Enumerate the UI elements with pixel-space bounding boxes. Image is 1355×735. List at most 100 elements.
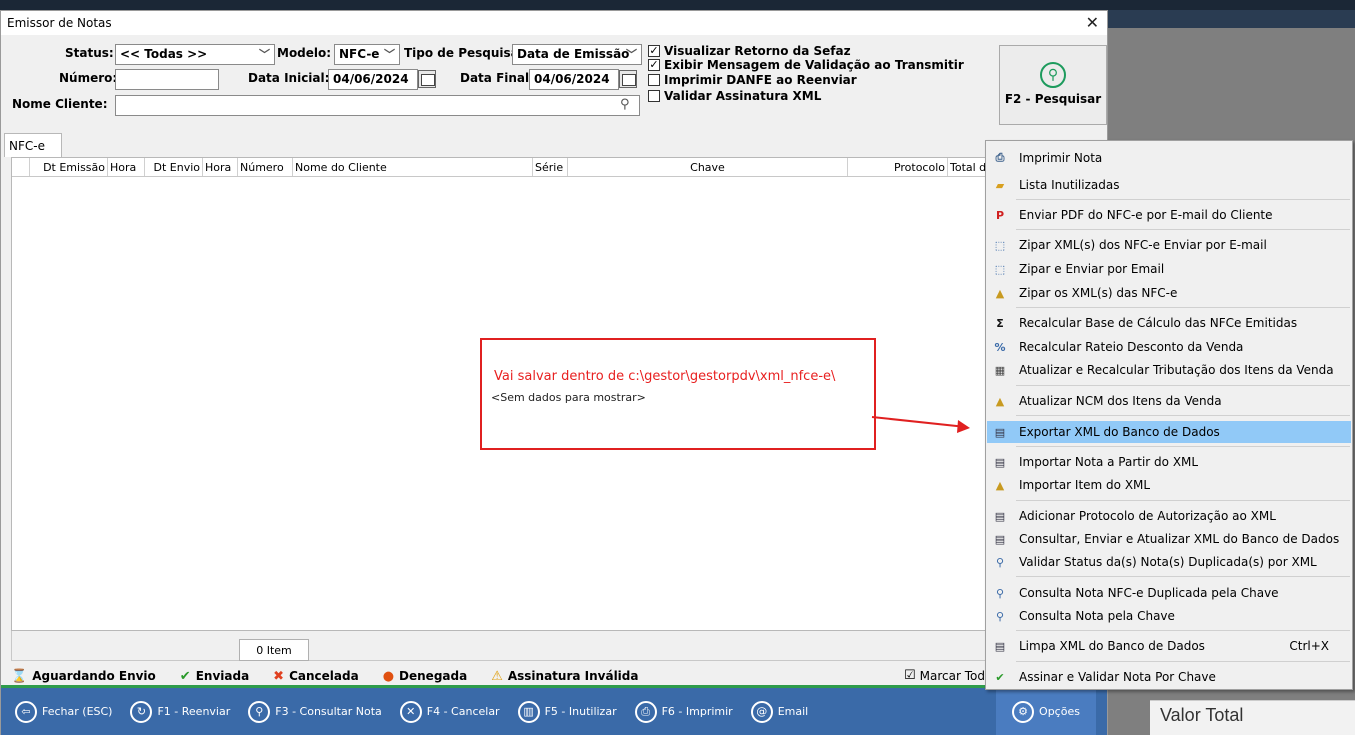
inutilizar-button[interactable]: ▥ F5 - Inutilizar <box>517 700 617 723</box>
nome-cliente-input[interactable] <box>115 95 640 116</box>
menu-item[interactable]: ⚲ Consulta Nota pela Chave <box>987 605 1351 627</box>
menu-item[interactable]: ⬚ Zipar XML(s) dos NFC-e Enviar por E-mai… <box>987 234 1351 256</box>
menu-item[interactable]: ⚲ Consulta Nota NFC-e Duplicada pela Chav… <box>987 582 1351 604</box>
valor-total-label: Valor Total <box>1160 705 1244 725</box>
menu-item[interactable]: ⬚ Zipar e Enviar por Email <box>987 258 1351 280</box>
imprimir-danfe-checkbox[interactable]: Imprimir DANFE ao Reenviar <box>648 73 857 87</box>
data-final-input[interactable]: 04/06/2024 <box>529 69 619 90</box>
menu-item[interactable]: ▦ Atualizar e Recalcular Tributação dos I… <box>987 359 1351 381</box>
checkbox-label: Exibir Mensagem de Validação ao Transmit… <box>664 58 964 72</box>
status-value: << Todas >> <box>120 47 208 61</box>
cancelar-button[interactable]: ✕ F4 - Cancelar <box>399 700 500 723</box>
tab-nfce[interactable]: NFC-e <box>4 133 62 157</box>
exit-icon: ⇦ <box>15 700 37 723</box>
menu-item[interactable]: ▤ Consultar, Enviar e Atualizar XML do Ba… <box>987 528 1351 550</box>
column-header[interactable]: Chave <box>568 158 848 176</box>
menu-item[interactable]: Σ Recalcular Base de Cálculo das NFCe Emi… <box>987 312 1351 334</box>
calc-icon: ▦ <box>994 363 1006 377</box>
modelo-label: Modelo: <box>277 46 332 60</box>
checkbox-checked-icon: ✓ <box>648 58 660 71</box>
pesquisar-button[interactable]: ⚲ F2 - Pesquisar <box>999 45 1107 125</box>
menu-item[interactable]: ▤ Importar Nota a Partir do XML <box>987 451 1351 473</box>
menu-item[interactable]: ▲ Atualizar NCM dos Itens da Venda <box>987 390 1351 412</box>
data-inicial-input[interactable]: 04/06/2024 <box>328 69 418 90</box>
x-icon: ✖ <box>273 668 285 684</box>
zip-icon: ⬚ <box>994 262 1006 276</box>
opcoes-button[interactable]: ⚙ Opções <box>996 688 1096 735</box>
menu-item-label: Atualizar e Recalcular Tributação dos It… <box>1019 363 1334 377</box>
checkbox-label: Imprimir DANFE ao Reenviar <box>664 73 857 87</box>
visualizar-retorno-checkbox[interactable]: ✓ Visualizar Retorno da Sefaz <box>648 44 851 58</box>
column-header[interactable]: Dt Emissão <box>30 158 108 176</box>
legend-label: Aguardando Envio <box>32 669 156 683</box>
menu-item[interactable]: ▤ Exportar XML do Banco de Dados <box>987 421 1351 443</box>
menu-separator <box>1016 500 1350 501</box>
modelo-value: NFC-e <box>339 47 380 61</box>
menu-item[interactable]: P Enviar PDF do NFC-e por E-mail do Clien… <box>987 204 1351 226</box>
menu-item[interactable]: % Recalcular Rateio Desconto da Venda <box>987 336 1351 358</box>
marcar-todos-checkbox[interactable]: ☑ Marcar Todo <box>904 668 992 683</box>
grid-header: Dt Emissão Hora Dt Envio Hora Número Nom… <box>12 158 1106 177</box>
modelo-select[interactable]: NFC-e ﹀ <box>334 44 400 65</box>
exibir-mensagem-checkbox[interactable]: ✓ Exibir Mensagem de Validação ao Transm… <box>648 58 964 72</box>
folder-up-icon: ▲ <box>995 478 1005 492</box>
checkbox-unchecked-icon <box>648 90 660 102</box>
search-doc-icon: ⚲ <box>995 586 1005 600</box>
fechar-button[interactable]: ⇦ Fechar (ESC) <box>15 700 112 723</box>
menu-separator <box>1016 199 1350 200</box>
checkmark-icon: ✔ <box>179 668 191 684</box>
column-header[interactable]: Hora <box>108 158 145 176</box>
menu-item[interactable]: ▰ Lista Inutilizadas <box>987 174 1351 196</box>
menu-item[interactable]: ▤ Limpa XML do Banco de Dados Ctrl+X <box>987 635 1351 657</box>
menu-item[interactable]: ▲ Zipar os XML(s) das NFC-e <box>987 282 1351 304</box>
column-header[interactable]: Nome do Cliente <box>293 158 533 176</box>
tipo-pesquisa-select[interactable]: Data de Emissão ﹀ <box>512 44 642 65</box>
menu-item-label: Exportar XML do Banco de Dados <box>1019 425 1220 439</box>
checkbox-checked-icon: ✓ <box>648 44 660 57</box>
menu-item[interactable]: ▲ Importar Item do XML <box>987 474 1351 496</box>
imprimir-button[interactable]: ⎙ F6 - Imprimir <box>634 700 733 723</box>
menu-item-shortcut: Ctrl+X <box>1289 639 1329 653</box>
reenviar-button[interactable]: ↻ F1 - Reenviar <box>130 700 230 723</box>
menu-item[interactable]: ⚲ Validar Status da(s) Nota(s) Duplicada(… <box>987 551 1351 573</box>
calendar-icon[interactable] <box>619 70 637 88</box>
nome-cliente-label: Nome Cliente: <box>12 97 108 111</box>
tipo-pesquisa-value: Data de Emissão <box>517 47 630 61</box>
user-search-icon[interactable]: ⚲ <box>620 97 630 112</box>
close-icon[interactable]: ✕ <box>1086 13 1099 32</box>
data-final-label: Data Final: <box>460 71 534 85</box>
menu-item[interactable]: ▤ Adicionar Protocolo de Autorização ao X… <box>987 505 1351 527</box>
consultar-label: F3 - Consultar Nota <box>275 705 382 718</box>
consultar-button[interactable]: ⚲ F3 - Consultar Nota <box>248 700 382 723</box>
xml-icon: ▤ <box>994 455 1006 469</box>
column-header[interactable]: Hora <box>203 158 238 176</box>
status-label: Status: <box>65 46 114 60</box>
inutilizar-label: F5 - Inutilizar <box>544 705 617 718</box>
column-header[interactable]: Série <box>533 158 568 176</box>
opcoes-label: Opções <box>1039 705 1080 718</box>
column-header[interactable]: Dt Envio <box>145 158 203 176</box>
menu-item-label: Consulta Nota NFC-e Duplicada pela Chave <box>1019 586 1279 600</box>
validar-assinatura-checkbox[interactable]: Validar Assinatura XML <box>648 89 821 103</box>
hourglass-icon: ⌛ <box>11 668 28 684</box>
menu-item-label: Recalcular Base de Cálculo das NFCe Emit… <box>1019 316 1298 330</box>
title-bar: Emissor de Notas ✕ <box>1 11 1107 35</box>
email-button[interactable]: @ Email <box>750 700 808 723</box>
menu-item[interactable]: ⎙ Imprimir Nota <box>987 147 1351 169</box>
column-header[interactable]: Número <box>238 158 293 176</box>
calendar-icon[interactable] <box>418 70 436 88</box>
menu-item-label: Importar Item do XML <box>1019 478 1151 492</box>
column-header[interactable]: Protocolo <box>848 158 948 176</box>
menu-separator <box>1016 385 1350 386</box>
gear-icon: ⚙ <box>1012 700 1035 723</box>
menu-item[interactable]: ✔ Assinar e Validar Nota Por Chave <box>987 666 1351 688</box>
xml-icon: ▤ <box>994 509 1006 523</box>
column-header-select[interactable] <box>12 158 30 176</box>
numero-input[interactable] <box>115 69 219 90</box>
status-select[interactable]: << Todas >> ﹀ <box>115 44 275 65</box>
menu-item-label: Zipar XML(s) dos NFC-e Enviar por E-mail <box>1019 238 1267 252</box>
resend-icon: ↻ <box>130 700 153 723</box>
folder-up-icon: ▲ <box>995 286 1005 300</box>
checkbox-label: Visualizar Retorno da Sefaz <box>664 44 851 58</box>
printer-icon: ⎙ <box>634 700 657 723</box>
